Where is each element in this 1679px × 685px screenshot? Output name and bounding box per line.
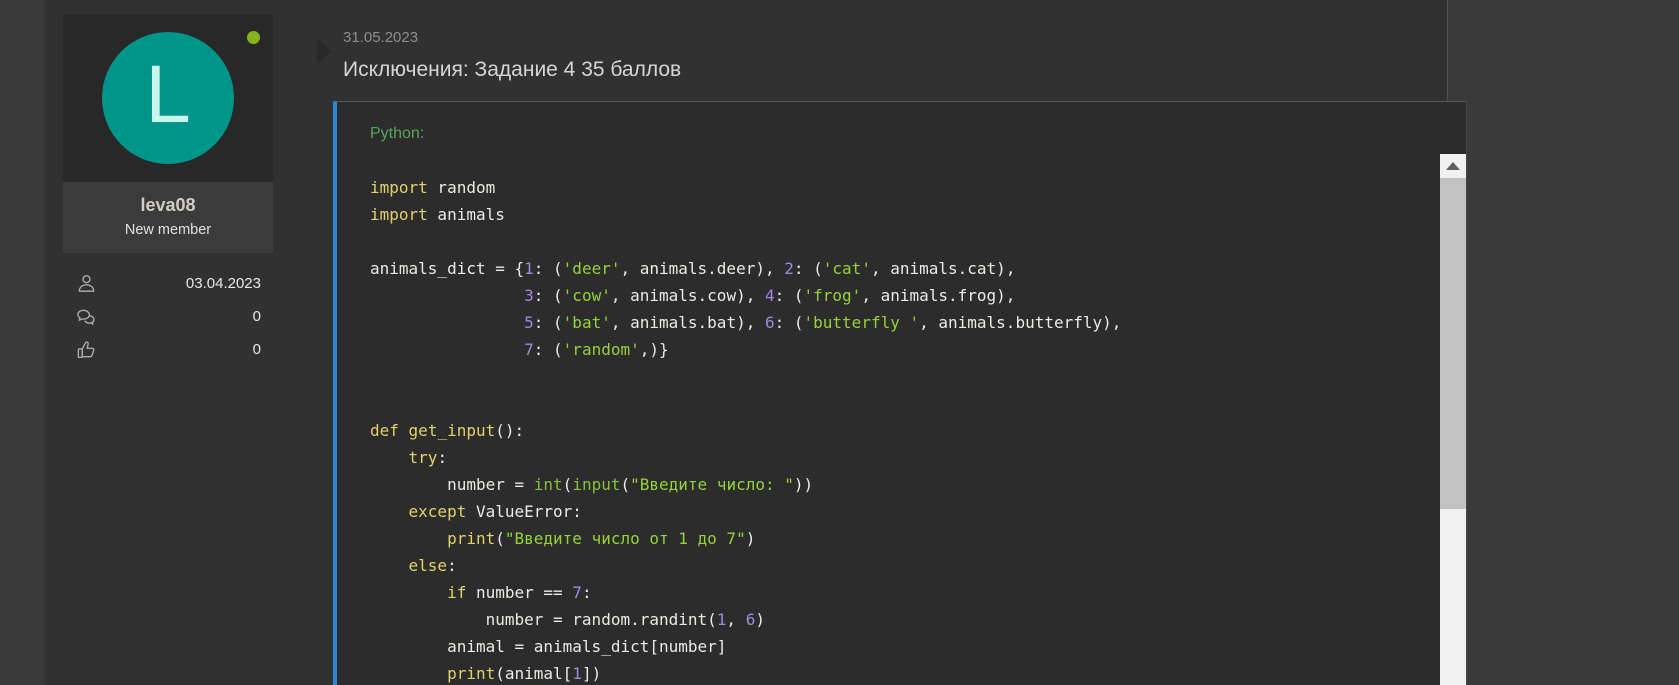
likes-icon — [75, 338, 98, 361]
scrollbar-up-button[interactable] — [1440, 154, 1466, 177]
user-role: New member — [69, 222, 267, 238]
code-scroll-area: import randomimport animals animals_dict… — [337, 154, 1440, 685]
messages-icon — [75, 305, 98, 328]
user-names-block: leva08 New member — [63, 182, 273, 253]
post-container: L leva08 New member 03.04.2023 0 — [45, 0, 1448, 685]
user-icon — [75, 272, 98, 295]
stat-row-likes: 0 — [75, 338, 261, 360]
stat-row-messages: 0 — [75, 305, 261, 327]
code-content[interactable]: import randomimport animals animals_dict… — [337, 154, 1440, 685]
online-status-dot — [247, 31, 260, 44]
username-link[interactable]: leva08 — [69, 195, 267, 216]
scrollbar[interactable] — [1440, 154, 1466, 685]
user-stats: 03.04.2023 0 0 — [63, 253, 273, 360]
stat-row-joined: 03.04.2023 — [75, 272, 261, 294]
avatar-panel: L — [63, 14, 273, 182]
joined-date: 03.04.2023 — [186, 275, 261, 292]
post-title: Исключения: Задание 4 35 баллов — [343, 58, 681, 82]
user-card: L leva08 New member 03.04.2023 0 — [63, 14, 273, 371]
code-language-label: Python: — [370, 125, 424, 143]
message-arrow — [317, 38, 331, 64]
avatar-letter: L — [145, 54, 191, 136]
code-block: Python: import randomimport animals anim… — [333, 101, 1467, 685]
post-date: 31.05.2023 — [343, 29, 418, 46]
likes-count: 0 — [253, 341, 261, 358]
scrollbar-thumb[interactable] — [1440, 178, 1466, 509]
messages-count: 0 — [253, 308, 261, 325]
avatar[interactable]: L — [102, 32, 234, 164]
